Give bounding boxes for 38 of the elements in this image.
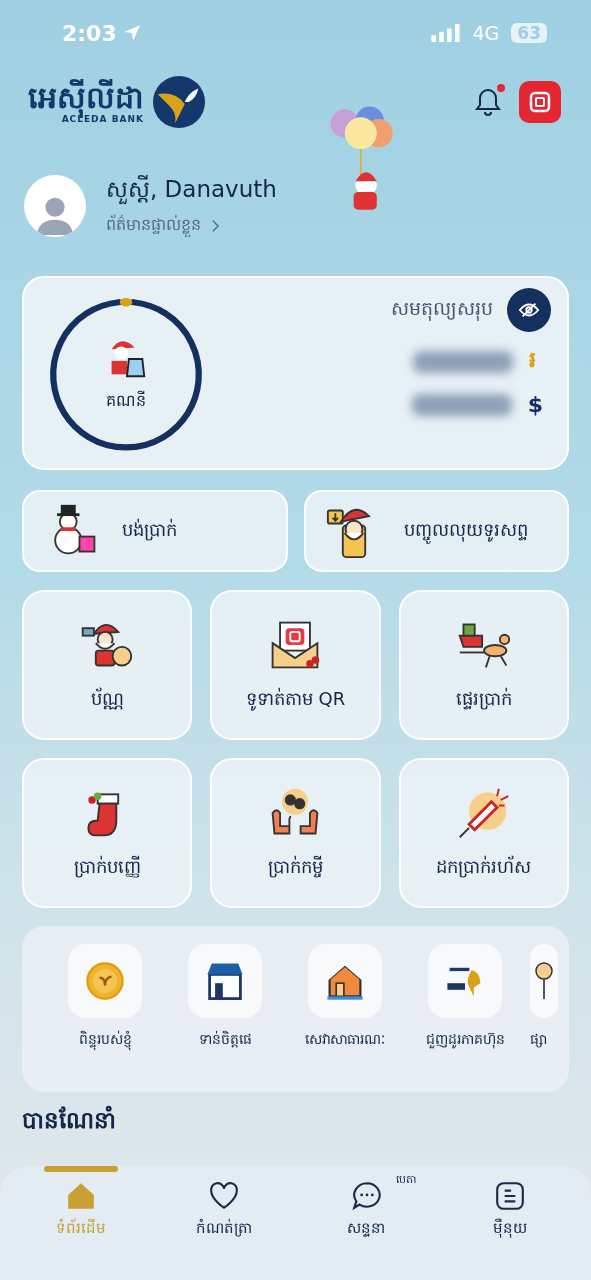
ring-marker [119, 298, 133, 307]
nav-tab[interactable]: សន្ទនា បេតា [311, 1166, 422, 1248]
service-shortcut[interactable]: សេវាសាធារណៈ [290, 944, 400, 1092]
service-shortcut[interactable]: ជួញដូរភាគហ៊ុន [410, 944, 520, 1092]
nav-tab[interactable]: ម៉ឺនុយ [454, 1166, 565, 1248]
menu-icon [493, 1180, 526, 1212]
action-tile[interactable]: ប្រាក់កម្ចី [210, 758, 381, 908]
action-tile[interactable]: ប័ណ្ណ [22, 590, 193, 740]
bird-logo-icon [152, 75, 206, 129]
qr-scan-button[interactable] [519, 81, 561, 123]
service-shortcut[interactable]: ទាន់ចិត្តផេ [170, 944, 280, 1092]
service-shortcut[interactable]: ពិន្ទុរបស់ខ្ញុំ [50, 944, 160, 1092]
profile-link[interactable]: ព័ត៌មានផ្ទាល់ខ្លួន [106, 213, 277, 238]
qr-scan-icon [528, 90, 552, 114]
coin-icon [83, 959, 127, 1003]
chat-icon [350, 1180, 383, 1212]
action-tile[interactable]: ផ្ទេរប្រាក់ [398, 590, 569, 740]
network-label: 4G [472, 22, 500, 44]
status-time: 2:03 [62, 20, 117, 46]
account-ring-button[interactable]: គណនី [48, 296, 204, 452]
action-button[interactable]: បញ្ចូលលុយទូរសព្ទ [303, 490, 569, 572]
location-arrow-icon [122, 24, 141, 42]
hide-balance-button[interactable] [507, 288, 551, 332]
battery-level: 63 [511, 23, 547, 43]
heart-icon [208, 1180, 241, 1212]
action-tile[interactable]: ដកប្រាក់រហ័ស [398, 758, 569, 908]
currency-symbol: ៛ [529, 346, 537, 374]
section-title: បានណែនាំ [22, 1107, 116, 1133]
action-button[interactable]: បង់ប្រាក់ [22, 490, 288, 572]
action-tile[interactable]: ប្រាក់បញ្ញើ [22, 758, 193, 908]
action-tile[interactable]: ទូទាត់តាម QR [210, 590, 381, 740]
signal-icon [430, 24, 461, 42]
chevron-right-icon [211, 218, 220, 233]
balance-title: សមតុល្យសរុប [391, 296, 493, 323]
nav-tab[interactable]: កំណត់ត្រា [169, 1166, 280, 1248]
currency-symbol: $ [527, 392, 543, 417]
beta-label: បេតា [395, 1172, 416, 1188]
greeting: សួស្តី, Danavuth [106, 174, 277, 208]
